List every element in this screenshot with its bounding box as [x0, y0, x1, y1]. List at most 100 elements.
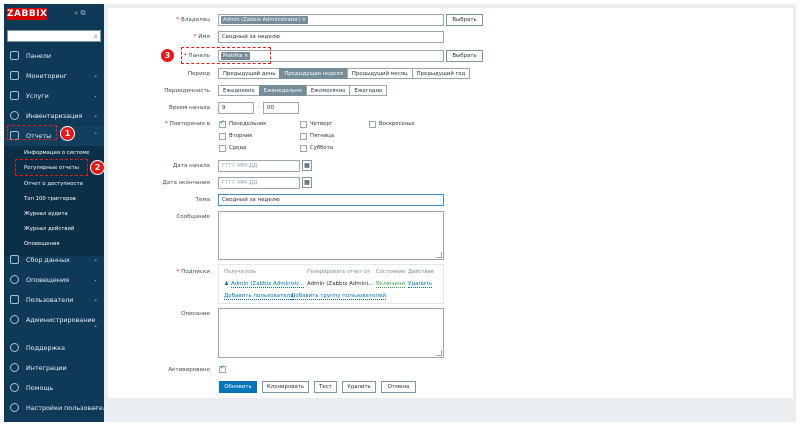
menu-label: Поддержка — [26, 344, 66, 352]
name-input[interactable]: Сводный за неделю — [218, 31, 444, 43]
checkbox[interactable] — [369, 121, 376, 128]
subject-label: Тема — [195, 197, 210, 203]
start-hour-input[interactable]: 9 — [218, 102, 254, 114]
test-button[interactable]: Тест — [314, 381, 337, 393]
enabled-label: Активировано — [168, 367, 210, 373]
time-separator: : — [258, 104, 260, 110]
status-toggle[interactable]: Включено — [376, 281, 405, 288]
integrations-icon — [10, 363, 19, 372]
generate-by-value: Admin (Zabbix Admini... — [307, 281, 374, 287]
sidebar-search-input[interactable]: ⌕ — [7, 30, 101, 42]
period-option-week[interactable]: Предыдущая неделя — [279, 68, 348, 79]
menu-item-integrations[interactable]: Интеграции — [4, 358, 104, 378]
menu-item-alerts[interactable]: Оповещения ⌄ — [4, 270, 104, 290]
owner-multiselect[interactable]: Admin (Zabbix Administrator) × — [218, 14, 444, 26]
dashboard-icon — [10, 51, 19, 60]
step-badge-3: 3 — [160, 48, 175, 63]
submenu-system-info[interactable]: Информация о системе — [24, 150, 90, 156]
menu-label: Администрирование — [26, 316, 96, 324]
support-icon — [10, 343, 19, 352]
start-minute-input[interactable]: 00 — [263, 102, 299, 114]
period-option-day[interactable]: Предыдущий день — [218, 68, 281, 79]
submenu-notifications[interactable]: Оповещения — [24, 241, 60, 247]
menu-item-user-settings[interactable]: Настройки пользователя ⌄ — [4, 398, 104, 418]
submenu-availability-report[interactable]: Отчет о доступности — [24, 181, 83, 187]
menu-item-data-collection[interactable]: Сбор данных ⌄ — [4, 250, 104, 270]
scheduled-report-form: * Владелец Admin (Zabbix Administrator) … — [108, 8, 793, 398]
menu-item-inventory[interactable]: Инвентаризация ⌄ — [4, 106, 104, 126]
chevron-down-icon: ⌄ — [92, 322, 98, 329]
calendar-icon[interactable]: ▦ — [302, 160, 312, 171]
owner-tag[interactable]: Admin (Zabbix Administrator) × — [221, 16, 309, 24]
menu-item-help[interactable]: Помощь — [4, 378, 104, 398]
submenu-top-triggers[interactable]: Топ 100 триггеров — [24, 196, 76, 202]
add-user-link[interactable]: Добавить пользователя — [224, 293, 294, 300]
checkbox[interactable] — [219, 119, 226, 128]
menu-item-support[interactable]: Поддержка — [4, 338, 104, 358]
cycle-option-monthly[interactable]: Ежемесячно — [305, 85, 351, 96]
clone-button[interactable]: Клонировать — [262, 381, 309, 393]
data-collection-icon — [10, 255, 19, 264]
enabled-checkbox[interactable] — [219, 364, 226, 373]
add-user-group-link[interactable]: Добавить группу пользователей — [291, 293, 386, 300]
subject-input[interactable]: Сводный за неделю — [218, 194, 444, 206]
period-option-month[interactable]: Предыдущий месяц — [346, 68, 413, 79]
dashboard-select-button[interactable]: Выбрать — [446, 50, 483, 62]
menu-label: Панели — [26, 52, 52, 60]
resize-handle-icon[interactable] — [436, 252, 442, 258]
submenu-action-log[interactable]: Журнал действий — [24, 226, 74, 232]
day-label: Воскресенье — [379, 121, 415, 127]
description-label: Описание — [181, 311, 210, 317]
day-label: Четверг — [310, 121, 333, 127]
end-date-input[interactable]: ГГГГ-ММ-ДД — [218, 177, 300, 189]
search-icon[interactable]: ⌕ — [94, 31, 98, 42]
checkbox[interactable] — [219, 145, 226, 152]
name-label: * Имя — [193, 34, 210, 40]
recipient-link[interactable]: Admin (Zabbix Administr... — [231, 281, 305, 288]
start-date-input[interactable]: ГГГГ-ММ-ДД — [218, 160, 300, 172]
menu-label: Оповещения — [26, 276, 69, 284]
checkbox[interactable] — [300, 145, 307, 152]
period-option-year[interactable]: Предыдущий год — [411, 68, 471, 79]
checkbox[interactable] — [219, 133, 226, 140]
start-minute-value: 00 — [267, 105, 274, 111]
cycle-option-weekly[interactable]: Еженедельно — [258, 85, 307, 96]
col-status: Состояние — [376, 269, 405, 275]
checkbox[interactable] — [300, 121, 307, 128]
resize-handle-icon[interactable] — [436, 350, 442, 356]
menu-label: Сбор данных — [26, 256, 70, 264]
remove-subscription-link[interactable]: Удалить — [408, 281, 433, 288]
cycle-segmented-control: Ежедневно Еженедельно Ежемесячно Ежегодн… — [218, 85, 388, 96]
zabbix-logo[interactable]: ZABBIX — [7, 8, 47, 20]
collapse-sidebar-icon[interactable]: « ⧉ — [74, 9, 86, 18]
cancel-button[interactable]: Отмена — [381, 381, 416, 393]
day-label: Пятница — [310, 133, 335, 139]
description-textarea[interactable] — [218, 308, 444, 358]
owner-select-button[interactable]: Выбрать — [446, 14, 483, 26]
calendar-icon[interactable]: ▦ — [302, 177, 312, 188]
message-textarea[interactable] — [218, 211, 444, 260]
delete-button[interactable]: Удалить — [342, 381, 376, 393]
period-segmented-control: Предыдущий день Предыдущая неделя Предыд… — [218, 68, 471, 79]
menu-item-dashboards[interactable]: Панели — [4, 46, 104, 66]
subscriptions-label: * Подписки — [176, 269, 210, 275]
checkbox[interactable] — [300, 133, 307, 140]
day-label: Суббота — [310, 145, 333, 151]
menu-item-administration[interactable]: Администрирование ⌄ — [4, 310, 104, 334]
bell-icon — [10, 275, 19, 284]
help-icon — [10, 383, 19, 392]
menu-label: Пользователи — [26, 296, 74, 304]
menu-item-services[interactable]: Услуги ⌄ — [4, 86, 104, 106]
menu-item-monitoring[interactable]: Мониторинг ⌄ — [4, 66, 104, 86]
footer-area — [104, 402, 796, 422]
user-icon: ♟ — [224, 281, 229, 287]
col-recipient: Получатель — [224, 269, 257, 275]
submenu-audit-log[interactable]: Журнал аудита — [24, 211, 68, 217]
users-icon — [10, 295, 19, 304]
menu-label: Интеграции — [26, 364, 67, 372]
update-button[interactable]: Обновить — [219, 381, 257, 393]
cycle-option-yearly[interactable]: Ежегодно — [349, 85, 388, 96]
cycle-option-daily[interactable]: Ежедневно — [218, 85, 260, 96]
menu-item-users[interactable]: Пользователи ⌄ — [4, 290, 104, 310]
highlight-dashboard-field — [181, 47, 271, 64]
